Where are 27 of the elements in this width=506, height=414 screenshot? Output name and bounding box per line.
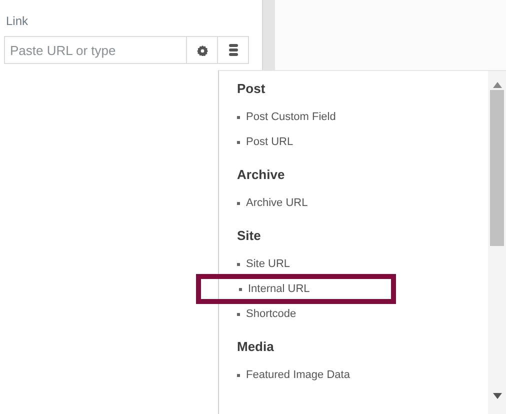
field-label: Link (6, 14, 30, 28)
bullet-icon (237, 312, 240, 316)
item-label: Site URL (246, 257, 290, 271)
scroll-down-icon[interactable] (492, 393, 502, 399)
menu-item[interactable]: Site URL (237, 257, 290, 271)
bullet-icon (237, 116, 240, 118)
highlighted-menu-item[interactable]: Internal URL (196, 274, 396, 304)
database-icon (228, 44, 238, 56)
url-field[interactable]: Paste URL or type (4, 36, 249, 64)
group-heading: Site (237, 228, 262, 244)
menu-item[interactable]: Post URL (237, 135, 294, 149)
bullet-icon (237, 374, 240, 376)
settings-icon (196, 44, 208, 56)
scrollbar[interactable] (488, 71, 506, 414)
scrollbar-thumb[interactable] (490, 90, 504, 246)
bullet-icon (237, 140, 240, 144)
item-label: Internal URL (248, 282, 310, 296)
bullet-icon (237, 202, 240, 204)
group-heading: Archive (237, 167, 286, 183)
menu-item[interactable]: Shortcode (237, 307, 296, 321)
group-heading: Media (237, 339, 275, 355)
item-label: Shortcode (246, 307, 296, 321)
bullet-icon (237, 262, 240, 266)
item-label: Post URL (246, 135, 294, 149)
bullet-icon (239, 288, 242, 290)
scroll-up-icon[interactable] (492, 82, 502, 88)
group-heading: Post (237, 81, 266, 97)
